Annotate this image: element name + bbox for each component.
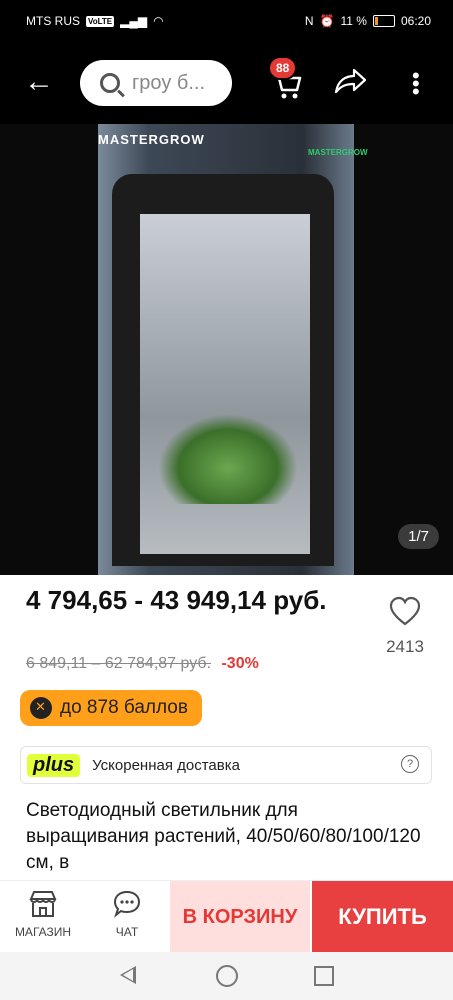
buy-button[interactable]: КУПИТЬ bbox=[312, 881, 453, 953]
share-icon bbox=[334, 68, 367, 94]
points-badge[interactable]: до 878 баллов bbox=[20, 690, 202, 726]
share-button[interactable] bbox=[332, 66, 368, 101]
battery-icon bbox=[372, 15, 395, 27]
top-nav: ← гроу б... 88 • • • bbox=[0, 44, 453, 124]
volte-badge: VoLTE bbox=[86, 15, 115, 27]
chat-icon bbox=[113, 890, 141, 918]
signal-icon: ▂▄▆ bbox=[120, 14, 148, 28]
plus-badge: plus bbox=[27, 753, 81, 777]
heart-icon bbox=[389, 596, 421, 626]
clock: 06:20 bbox=[400, 14, 431, 28]
product-title: Светодиодный светильник для выращивания … bbox=[26, 800, 421, 873]
carrier-label: MTS RUS bbox=[26, 14, 80, 28]
chat-label: ЧАТ bbox=[115, 925, 139, 939]
action-bar: МАГАЗИН ЧАТ В КОРЗИНУ КУПИТЬ bbox=[0, 880, 453, 953]
store-icon bbox=[29, 891, 57, 917]
delivery-row[interactable]: plus Ускоренная доставка ? bbox=[20, 746, 432, 784]
favorite-button[interactable]: 2413 bbox=[380, 596, 430, 657]
tent-brand-label: MASTERGROW bbox=[308, 148, 368, 157]
discount-badge: -30% bbox=[221, 655, 259, 672]
search-placeholder: гроу б... bbox=[132, 71, 205, 94]
battery-percent: 11 % bbox=[340, 14, 367, 28]
search-icon bbox=[100, 73, 120, 93]
favorites-count: 2413 bbox=[386, 637, 424, 656]
system-back-icon[interactable] bbox=[120, 966, 136, 984]
points-label: до 878 баллов bbox=[60, 697, 188, 718]
more-menu-icon[interactable]: • • • bbox=[412, 65, 420, 103]
search-bar[interactable]: гроу б... bbox=[80, 60, 232, 106]
chat-button[interactable]: ЧАТ bbox=[94, 889, 160, 939]
delivery-text: Ускоренная доставка bbox=[92, 756, 240, 774]
plants bbox=[158, 414, 298, 504]
points-icon bbox=[30, 697, 52, 719]
product-gallery[interactable]: MASTERGROW MASTERGROW 1/7 bbox=[0, 124, 453, 575]
old-price: 6 849,11 – 62 784,87 руб. bbox=[26, 655, 212, 672]
nfc-icon: N bbox=[304, 14, 314, 28]
image-counter: 1/7 bbox=[398, 524, 439, 549]
add-to-cart-button[interactable]: В КОРЗИНУ bbox=[170, 881, 310, 953]
price-range: 4 794,65 - 43 949,14 руб. bbox=[26, 585, 327, 615]
cart-count-badge: 88 bbox=[268, 56, 298, 80]
product-photo: MASTERGROW MASTERGROW bbox=[98, 124, 368, 575]
brand-logo: MASTERGROW bbox=[98, 132, 205, 147]
store-label: МАГАЗИН bbox=[14, 925, 72, 939]
wifi-icon: ◠ bbox=[153, 14, 164, 28]
system-nav-bar bbox=[0, 952, 453, 1000]
help-icon[interactable]: ? bbox=[401, 755, 419, 773]
status-bar: MTS RUS VoLTE ▂▄▆ ◠ N ⏰ 11 % 06:20 bbox=[0, 0, 453, 44]
alarm-icon: ⏰ bbox=[319, 14, 335, 28]
back-arrow-icon[interactable]: ← bbox=[24, 64, 54, 100]
store-button[interactable]: МАГАЗИН bbox=[10, 889, 76, 939]
old-price-row: 6 849,11 – 62 784,87 руб. -30% bbox=[26, 655, 259, 673]
system-home-icon[interactable] bbox=[216, 965, 238, 987]
system-recents-icon[interactable] bbox=[314, 966, 334, 986]
